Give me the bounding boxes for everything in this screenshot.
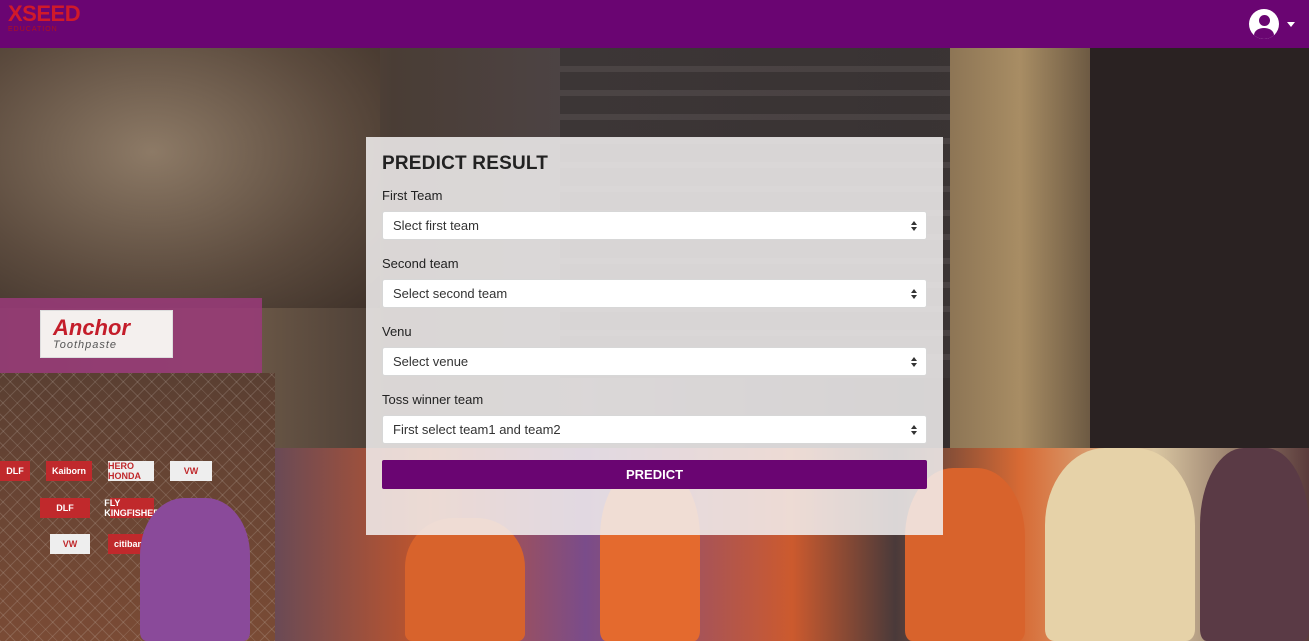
player-figure xyxy=(140,498,250,641)
ad-board: Kaiborn xyxy=(46,461,92,481)
logo-subtext: EDUCATION xyxy=(8,26,58,33)
select-arrows-icon xyxy=(911,356,917,367)
ad-board: DLF xyxy=(0,461,30,481)
stadium-pillar xyxy=(950,48,1090,448)
select-arrows-icon xyxy=(911,288,917,299)
player-figure xyxy=(1045,448,1195,641)
anchor-ad-board: Anchor Toothpaste xyxy=(40,310,173,358)
top-navbar: XSEED EDUCATION xyxy=(0,0,1309,48)
crowd-stand xyxy=(0,48,380,308)
ad-board: HERO HONDA xyxy=(108,461,154,481)
ad-board: DLF xyxy=(40,498,90,518)
first-team-select-value: Slect first team xyxy=(393,218,479,233)
first-team-label: First Team xyxy=(382,188,443,203)
stadium-dark-area xyxy=(1090,48,1309,468)
user-menu-toggle[interactable] xyxy=(1249,9,1295,39)
select-arrows-icon xyxy=(911,424,917,435)
predict-form-card: PREDICT RESULT First Team Slect first te… xyxy=(366,137,943,535)
venue-select-value: Select venue xyxy=(393,354,469,369)
venue-select[interactable]: Select venue xyxy=(382,347,927,376)
ad-board: VW xyxy=(50,534,90,554)
first-team-select[interactable]: Slect first team xyxy=(382,211,927,240)
anchor-brand-text: Anchor xyxy=(53,315,130,340)
ad-board: FLY KINGFISHER xyxy=(104,498,160,518)
user-circle-icon[interactable] xyxy=(1249,9,1279,39)
select-arrows-icon xyxy=(911,220,917,231)
predict-button[interactable]: PREDICT xyxy=(382,460,927,489)
player-figure xyxy=(405,518,525,641)
venue-label: Venu xyxy=(382,324,412,339)
ad-board: VW xyxy=(170,461,212,481)
player-figure xyxy=(1200,448,1309,641)
logo-text: XSEED xyxy=(8,1,81,26)
caret-down-icon[interactable] xyxy=(1287,21,1295,27)
anchor-tagline-text: Toothpaste xyxy=(53,339,118,351)
brand-logo[interactable]: XSEED EDUCATION xyxy=(8,1,81,34)
second-team-label: Second team xyxy=(382,256,459,271)
second-team-select[interactable]: Select second team xyxy=(382,279,927,308)
second-team-select-value: Select second team xyxy=(393,286,508,301)
toss-winner-select[interactable]: First select team1 and team2 xyxy=(382,415,927,444)
toss-winner-label: Toss winner team xyxy=(382,392,484,407)
toss-winner-select-value: First select team1 and team2 xyxy=(393,422,561,437)
page-title: PREDICT RESULT xyxy=(382,153,549,174)
